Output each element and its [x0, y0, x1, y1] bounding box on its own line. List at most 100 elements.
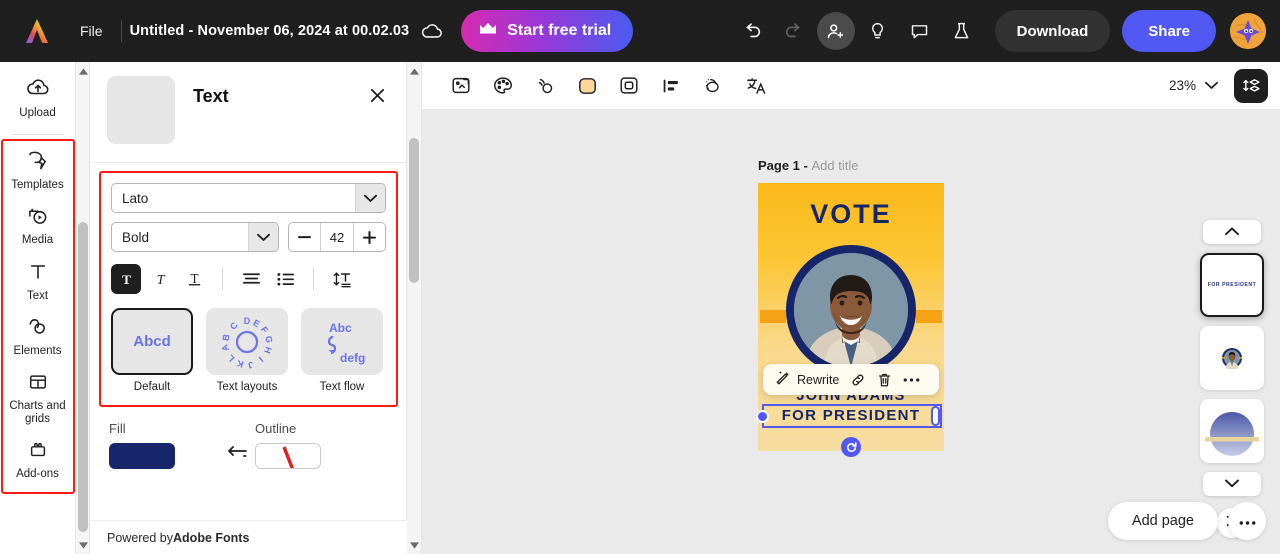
flask-icon[interactable] — [943, 12, 981, 50]
bold-button[interactable]: T — [111, 264, 141, 294]
align-icon[interactable] — [654, 69, 688, 103]
adobe-fonts-link[interactable]: Adobe Fonts — [173, 531, 249, 545]
selection-handle-left[interactable] — [756, 410, 769, 423]
arrange-layers-icon[interactable] — [1234, 68, 1268, 103]
resize-image-icon[interactable] — [444, 69, 478, 103]
align-left-icon[interactable] — [236, 264, 266, 294]
outline-group: Outline — [255, 421, 367, 469]
layer-thumbnail-shape[interactable] — [1200, 399, 1264, 463]
sidebar-item-charts-and-grids-label: Charts and grids — [9, 399, 66, 426]
zoom-level-value[interactable]: 23% — [1169, 78, 1196, 93]
scroll-down-arrow-icon[interactable] — [407, 538, 421, 552]
panel-header: Text — [91, 62, 406, 162]
scroll-down-arrow-icon[interactable] — [76, 538, 90, 552]
fill-color-swatch[interactable] — [109, 443, 175, 469]
minus-icon[interactable] — [289, 223, 320, 251]
selection-box[interactable] — [762, 404, 942, 428]
sidebar-scroll-thumb[interactable] — [78, 222, 88, 532]
more-horizontal-icon[interactable] — [898, 368, 925, 392]
document-title[interactable]: Untitled - November 06, 2024 at 00.02.03 — [130, 23, 410, 39]
trash-icon[interactable] — [872, 368, 897, 392]
animate-icon[interactable] — [528, 69, 562, 103]
download-button[interactable]: Download — [994, 10, 1111, 52]
swap-arrow-icon[interactable] — [227, 445, 247, 469]
page-label[interactable]: Page 1 - Add title — [758, 158, 858, 173]
accent-bar-right[interactable] — [916, 310, 942, 323]
undo-icon[interactable] — [733, 12, 771, 50]
plus-icon[interactable] — [354, 223, 385, 251]
start-free-trial-label: Start free trial — [507, 22, 612, 39]
style-card-default[interactable]: Abcd Default — [111, 308, 193, 393]
bullet-list-icon[interactable] — [270, 264, 300, 294]
style-card-text-layouts[interactable]: D E F G H I J K L A B C Text layouts — [206, 308, 288, 393]
comment-icon[interactable] — [901, 12, 939, 50]
page-more-options-button[interactable] — [1228, 502, 1266, 540]
cloud-saved-icon — [421, 22, 443, 40]
border-icon[interactable] — [612, 69, 646, 103]
lightbulb-icon[interactable] — [859, 12, 897, 50]
scroll-up-arrow-icon[interactable] — [407, 64, 421, 78]
style-card-text-flow[interactable]: Abc defg Text flow — [301, 308, 383, 393]
sidebar-item-upload[interactable]: Upload — [2, 70, 74, 127]
upload-cloud-icon — [26, 77, 50, 104]
canvas-stage[interactable]: Page 1 - Add title VOTE JOHN ADAMS FOR P… — [422, 110, 1280, 554]
page-label-add-title[interactable]: Add title — [811, 158, 858, 173]
outline-color-swatch[interactable] — [255, 443, 321, 469]
font-style-select[interactable]: Bold — [111, 222, 279, 252]
font-family-select[interactable]: Lato — [111, 183, 386, 213]
line-spacing-icon[interactable] — [327, 264, 357, 294]
panel-scrollbar[interactable] — [407, 62, 422, 554]
svg-text:F: F — [259, 324, 271, 335]
layer-thumbnail-text[interactable]: FOR PRESIDENT — [1200, 253, 1264, 317]
chevron-down-icon[interactable] — [355, 184, 385, 212]
rewrite-button[interactable]: Rewrite — [770, 368, 844, 392]
user-avatar[interactable] — [1230, 13, 1266, 49]
sidebar-item-templates[interactable]: Templates — [2, 143, 74, 199]
panel-scroll-thumb[interactable] — [409, 138, 419, 283]
add-page-button[interactable]: Add page — [1107, 502, 1218, 540]
fill-color-icon[interactable] — [570, 69, 604, 103]
sidebar-item-add-ons[interactable]: Add-ons — [2, 433, 74, 488]
sidebar-item-text[interactable]: Text — [2, 254, 74, 310]
redo-icon[interactable] — [775, 12, 813, 50]
rotate-icon[interactable] — [841, 437, 861, 457]
layers-scroll-up-button[interactable] — [1203, 220, 1261, 244]
share-button[interactable]: Share — [1122, 10, 1216, 52]
chevron-down-icon[interactable] — [1198, 73, 1224, 99]
sidebar-item-elements[interactable]: Elements — [2, 309, 74, 365]
outline-label: Outline — [255, 421, 297, 436]
portrait-frame[interactable] — [786, 245, 916, 375]
scroll-up-arrow-icon[interactable] — [76, 64, 90, 78]
font-size-stepper[interactable]: 42 — [288, 222, 386, 252]
underline-button[interactable]: T — [179, 264, 209, 294]
chevron-down-icon[interactable] — [248, 223, 278, 251]
translate-icon[interactable] — [738, 69, 772, 103]
sidebar-item-charts-and-grids[interactable]: Charts and grids — [2, 365, 74, 433]
accent-bar-left[interactable] — [760, 310, 786, 323]
layer-text-preview: FOR PRESIDENT — [1207, 282, 1257, 288]
add-person-icon[interactable] — [816, 12, 855, 50]
layers-duplicate-icon[interactable] — [696, 69, 730, 103]
svg-text:H: H — [262, 345, 274, 355]
layer-thumbnail-photo[interactable] — [1200, 326, 1264, 390]
color-palette-icon[interactable] — [486, 69, 520, 103]
layer-shape-preview — [1205, 412, 1259, 456]
poster-headline[interactable]: VOTE — [758, 199, 944, 230]
chevron-up-icon — [1225, 223, 1239, 241]
panel-thumbnail — [107, 76, 175, 144]
italic-button[interactable]: T — [145, 264, 175, 294]
link-icon[interactable] — [845, 368, 871, 392]
layers-scroll-down-button[interactable] — [1203, 472, 1261, 496]
sidebar-scrollbar[interactable] — [76, 62, 90, 554]
fill-label: Fill — [109, 421, 126, 436]
candidate-photo[interactable] — [794, 253, 908, 367]
file-menu[interactable]: File — [70, 18, 113, 44]
font-size-value[interactable]: 42 — [320, 223, 354, 251]
selection-handle-right[interactable] — [931, 406, 940, 426]
start-free-trial-button[interactable]: Start free trial — [461, 10, 634, 52]
zoom-controls: 23% — [1169, 68, 1280, 103]
adobe-express-logo-icon[interactable] — [18, 14, 56, 48]
font-family-value: Lato — [122, 190, 149, 206]
sidebar-item-media[interactable]: Media — [2, 198, 74, 254]
close-icon[interactable] — [364, 82, 390, 108]
